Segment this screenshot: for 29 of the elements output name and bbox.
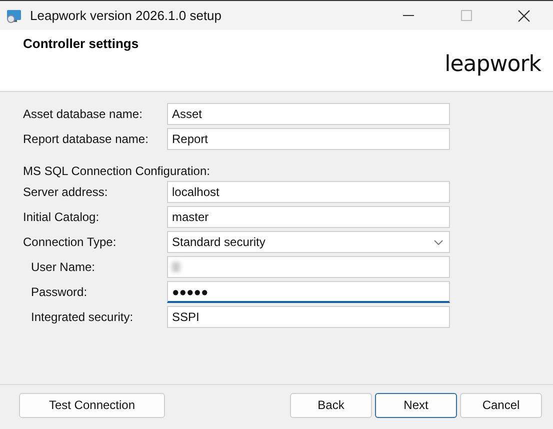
blurred-text-icon — [172, 262, 180, 272]
window-title: Leapwork version 2026.1.0 setup — [30, 8, 223, 23]
input-field[interactable] — [167, 256, 450, 278]
close-icon[interactable] — [518, 10, 530, 22]
field-label: User Name: — [31, 260, 96, 274]
field-label: Report database name: — [23, 132, 150, 146]
minimize-icon[interactable] — [402, 15, 414, 16]
field-label: Connection Type: — [23, 235, 118, 249]
dialog-button[interactable]: Cancel — [460, 392, 542, 418]
field-label: Password: — [31, 285, 88, 299]
dialog-button[interactable]: Next — [375, 392, 457, 418]
input-field[interactable]: Asset — [167, 103, 450, 125]
section-label: MS SQL Connection Configuration: — [23, 164, 211, 178]
logo: leapwork — [444, 52, 541, 77]
setup-app-icon — [6, 8, 22, 24]
dropdown[interactable]: Standard security — [167, 231, 450, 253]
field-label: Asset database name: — [23, 107, 144, 121]
input-field[interactable]: master — [167, 206, 450, 228]
password-field[interactable]: ●●●●● — [167, 281, 450, 303]
input-field[interactable]: Report — [167, 128, 450, 150]
input-field[interactable]: localhost — [167, 181, 450, 203]
dialog-button[interactable]: Test Connection — [19, 392, 165, 418]
dialog-button[interactable]: Back — [290, 392, 372, 418]
input-field[interactable]: SSPI — [167, 306, 450, 328]
field-label: Integrated security: — [31, 310, 134, 324]
chevron-down-icon — [434, 240, 443, 244]
page-title: Controller settings — [23, 36, 139, 52]
field-label: Initial Catalog: — [23, 210, 100, 224]
field-label: Server address: — [23, 185, 109, 199]
